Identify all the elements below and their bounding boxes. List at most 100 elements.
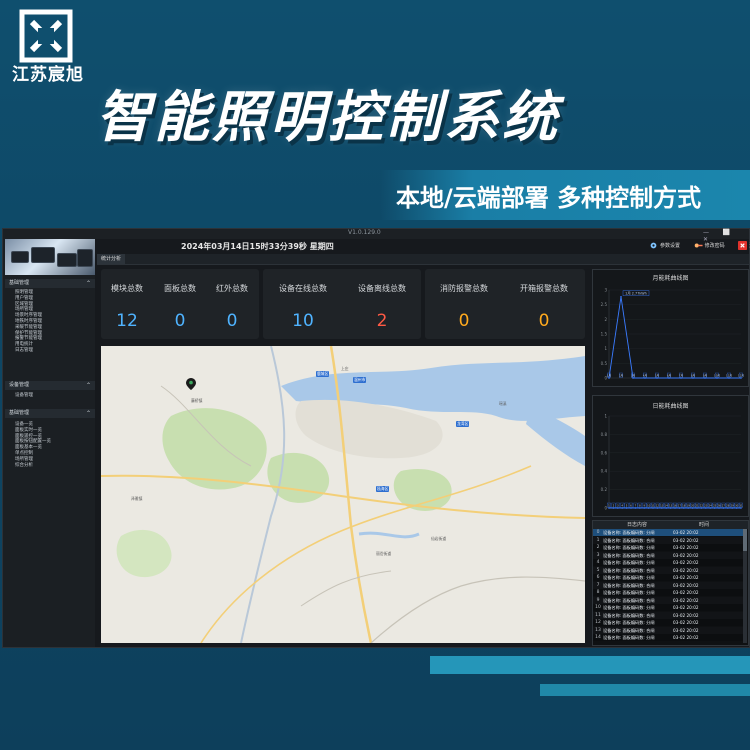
row-index: 13 bbox=[595, 627, 601, 633]
sidebar-item[interactable]: 地铁时序管理 bbox=[15, 319, 42, 325]
column-header[interactable]: 日志内容 bbox=[627, 521, 647, 529]
sidebar-section-basic[interactable]: 基础管理 ⌃ bbox=[5, 279, 95, 288]
log-message: 设备名称: 面板编码数: 合闸 bbox=[603, 552, 655, 558]
y-tick-label: 0.4 bbox=[601, 469, 608, 474]
device-image bbox=[57, 253, 77, 267]
exit-action[interactable]: 退出 bbox=[738, 241, 750, 250]
y-tick-label: 1.5 bbox=[601, 332, 608, 337]
chevron-up-icon: ⌃ bbox=[85, 410, 91, 417]
x-tick-label: 12月 bbox=[738, 374, 744, 378]
log-time: 03-02 20:02 bbox=[673, 560, 699, 565]
x-tick-label: 2 bbox=[613, 504, 615, 508]
table-row[interactable]: 1 设备名称: 面板编码数: 合闸 03-02 20:02 bbox=[593, 536, 743, 544]
x-tick-label: 22 bbox=[700, 504, 704, 508]
green-area bbox=[116, 529, 172, 578]
key-icon bbox=[694, 243, 703, 248]
stat-value: 0 bbox=[458, 311, 470, 331]
x-tick-label: 4月 bbox=[643, 374, 648, 378]
x-tick-label: 10 bbox=[647, 504, 651, 508]
x-tick-label: 30 bbox=[735, 504, 739, 508]
log-message: 设备名称: 面板编码数: 分闸 bbox=[603, 545, 655, 550]
table-row[interactable]: 5 设备名称: 面板编码数: 合闸 03-02 20:02 bbox=[593, 566, 743, 574]
annotation-label: 1月 2.77kWh bbox=[625, 292, 647, 296]
stat-label: 模块总数 bbox=[111, 284, 143, 293]
table-row[interactable]: 13 设备名称: 面板编码数: 合闸 03-02 20:02 bbox=[593, 626, 743, 634]
daily-energy-panel: 日能耗曲线图 0 0.2 0.4 0.6 0.8 1 1 2 3 4 5 6 7 8 9 10 11 12 13 14… bbox=[592, 395, 749, 517]
log-time: 03-02 20:02 bbox=[673, 552, 699, 558]
x-tick-label: 3月 bbox=[631, 374, 636, 378]
map-label: 仙岩街道 bbox=[431, 536, 447, 541]
sidebar-list: 照明管理 用户管理 区域管理 场所管理 场景时序管理 地铁时序管理 采暖节能管理… bbox=[15, 290, 42, 354]
x-tick-label: 18 bbox=[682, 504, 686, 508]
log-time: 03-02 20:02 bbox=[673, 575, 699, 580]
stats-card-online: 设备在线总数 10 设备离线总数 2 bbox=[263, 269, 421, 339]
log-message: 设备名称: 面板编码数: 合闸 bbox=[603, 627, 655, 633]
table-row[interactable]: 4 设备名称: 面板编码数: 分闸 03-02 20:02 bbox=[593, 559, 743, 566]
row-index: 12 bbox=[595, 620, 601, 625]
table-row[interactable]: 7 设备名称: 面板编码数: 合闸 03-02 20:02 bbox=[593, 581, 743, 589]
sidebar: 基础管理 ⌃ 照明管理 用户管理 区域管理 场所管理 场景时序管理 地铁时序管理 … bbox=[3, 239, 95, 647]
sidebar-item[interactable]: 设备管理 bbox=[15, 393, 33, 399]
x-tick-label: 9月 bbox=[703, 374, 708, 378]
change-password-action[interactable]: 修改密码 bbox=[694, 243, 733, 249]
x-tick-label: 29 bbox=[731, 504, 735, 508]
row-index: 11 bbox=[595, 612, 601, 618]
log-time: 03-02 20:02 bbox=[673, 545, 699, 550]
map-pin-icon[interactable] bbox=[186, 378, 196, 390]
row-index: 0 bbox=[596, 530, 600, 535]
map-label: 藤桥镇 bbox=[191, 398, 203, 403]
sidebar-item[interactable]: 日志管理 bbox=[15, 348, 42, 354]
x-tick-label: 25 bbox=[713, 504, 717, 508]
stat-value: 0 bbox=[226, 311, 238, 331]
x-tick-label: 8 bbox=[639, 504, 641, 508]
row-index: 7 bbox=[596, 582, 600, 588]
x-tick-label: 17 bbox=[678, 504, 682, 508]
table-row[interactable]: 10 设备名称: 面板编码数: 分闸 03-02 20:02 bbox=[593, 604, 743, 611]
log-message: 设备名称: 面板编码数: 分闸 bbox=[603, 635, 655, 640]
x-tick-label: 8月 bbox=[691, 374, 696, 378]
sidebar-item[interactable]: 综合分析 bbox=[15, 463, 51, 469]
x-tick-label: 24 bbox=[709, 504, 713, 508]
log-message: 设备名称: 面板编码数: 分闸 bbox=[603, 590, 655, 595]
stat-label: 面板总数 bbox=[164, 284, 196, 293]
y-tick-label: 3 bbox=[604, 288, 607, 293]
stat-label: 设备在线总数 bbox=[279, 284, 327, 293]
table-row[interactable]: 9 设备名称: 面板编码数: 合闸 03-02 20:02 bbox=[593, 596, 743, 604]
settings-action[interactable]: 参数设置 bbox=[649, 242, 688, 249]
stat-value: 2 bbox=[376, 311, 388, 331]
table-row[interactable]: 11 设备名称: 面板编码数: 合闸 03-02 20:02 bbox=[593, 611, 743, 619]
map-label: 泽雅镇 bbox=[131, 496, 143, 501]
x-tick-label: 2月 bbox=[619, 374, 624, 378]
table-row[interactable]: 8 设备名称: 面板编码数: 分闸 03-02 20:02 bbox=[593, 589, 743, 596]
map-view[interactable]: 鹿城区 温州市 龙湾区 瓯海区 瑶溪 仙岩街道 丽岙街道 上庄 藤桥镇 泽雅镇 bbox=[101, 346, 585, 643]
stat-value: 10 bbox=[292, 311, 314, 331]
log-time: 03-02 20:02 bbox=[673, 605, 699, 610]
decor-bar bbox=[540, 684, 750, 696]
x-tick-label: 7月 bbox=[679, 374, 684, 378]
x-tick-label: 15 bbox=[669, 504, 673, 508]
x-tick-label: 3 bbox=[617, 504, 619, 508]
road bbox=[370, 576, 585, 643]
map-label: 丽岙街道 bbox=[376, 551, 392, 556]
log-time: 03-02 20:02 bbox=[673, 590, 699, 595]
table-row[interactable]: 12 设备名称: 面板编码数: 分闸 03-02 20:02 bbox=[593, 619, 743, 626]
table-row[interactable]: 3 设备名称: 面板编码数: 合闸 03-02 20:02 bbox=[593, 551, 743, 559]
map-district-badge: 温州市 bbox=[353, 377, 367, 383]
sidebar-section-device[interactable]: 设备管理 ⌃ bbox=[5, 381, 95, 390]
scrollbar-thumb[interactable] bbox=[743, 529, 747, 551]
column-header[interactable]: 时间 bbox=[699, 521, 709, 529]
scrollbar[interactable] bbox=[743, 529, 747, 643]
table-row[interactable]: 2 设备名称: 面板编码数: 分闸 03-02 20:02 bbox=[593, 544, 743, 551]
version-label: V1.0.129.0 bbox=[348, 229, 381, 236]
sidebar-section-base[interactable]: 基础管理 ⌃ bbox=[5, 409, 95, 418]
table-row[interactable]: 0 设备名称: 面板编码数: 分闸 03-02 20:02 bbox=[593, 529, 743, 536]
log-time: 03-02 20:02 bbox=[673, 627, 699, 633]
table-row[interactable]: 14 设备名称: 面板编码数: 分闸 03-02 20:02 bbox=[593, 634, 743, 641]
tab-stats[interactable]: 统计分析 bbox=[97, 254, 126, 264]
row-index: 4 bbox=[596, 560, 600, 565]
stat-label: 开箱报警总数 bbox=[520, 284, 568, 293]
log-message: 设备名称: 面板编码数: 合闸 bbox=[603, 582, 655, 588]
table-row[interactable]: 6 设备名称: 面板编码数: 分闸 03-02 20:02 bbox=[593, 574, 743, 581]
sidebar-item[interactable]: 采暖节能管理 bbox=[15, 325, 42, 331]
device-banner-image bbox=[5, 239, 95, 275]
